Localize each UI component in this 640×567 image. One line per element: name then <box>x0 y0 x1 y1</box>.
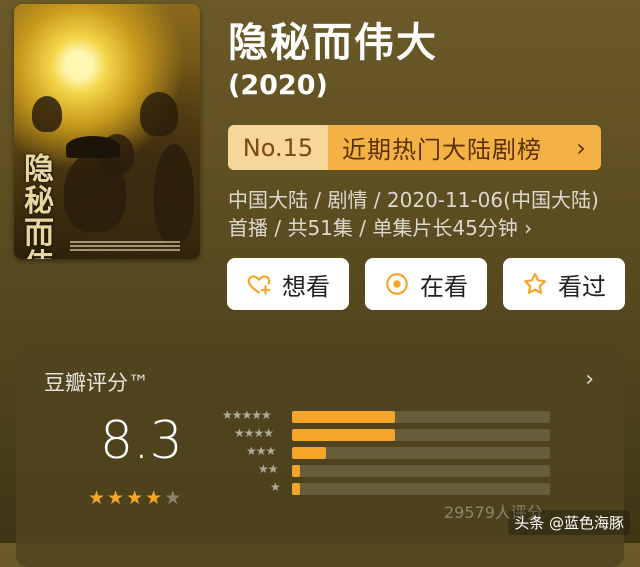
rating-distribution-row: ★★★★ <box>220 426 556 441</box>
action-buttons: 想看 在看 看过 <box>227 258 625 310</box>
rating-title: 豆瓣评分™ <box>44 371 149 395</box>
rating-row-stars: ★★★★★ <box>222 408 272 422</box>
rating-bar-fill <box>292 447 326 459</box>
want-to-watch-button[interactable]: 想看 <box>227 258 349 310</box>
chevron-right-icon[interactable]: › <box>585 367 594 392</box>
rating-row-stars: ★★ <box>258 462 278 476</box>
watermark: 头条 @蓝色海豚 <box>508 510 630 535</box>
rating-bar-fill <box>292 483 300 495</box>
rating-distribution-row: ★★ <box>220 462 556 477</box>
star-filled-icon: ★ <box>126 487 144 509</box>
rating-bar-fill <box>292 411 396 423</box>
rating-score: 8.3 <box>100 411 183 471</box>
show-year: (2020) <box>228 70 328 101</box>
watched-button[interactable]: 看过 <box>503 258 625 310</box>
watching-button[interactable]: 在看 <box>365 258 487 310</box>
star-empty-icon: ★ <box>164 487 182 509</box>
rating-stars: ★ ★ ★ ★ ★ <box>88 487 181 509</box>
rating-distribution-row: ★ <box>220 480 556 495</box>
poster-credits <box>70 239 180 253</box>
show-title: 隐秘而伟大 <box>228 20 438 66</box>
ranking-badge[interactable]: No.15 近期热门大陆剧榜 › <box>228 125 601 170</box>
rating-row-stars: ★ <box>270 480 281 494</box>
rating-bar-fill <box>292 465 300 477</box>
poster-image[interactable]: 隐秘而伟大 <box>14 4 200 259</box>
rating-bar-track <box>292 411 550 423</box>
star-filled-icon: ★ <box>88 487 106 509</box>
rating-bar-track <box>292 447 550 459</box>
rating-distribution-row: ★★★★★ <box>220 408 556 423</box>
ranking-number: No.15 <box>228 125 328 170</box>
poster-figure <box>32 96 62 132</box>
heart-plus-icon <box>247 275 271 295</box>
rating-bar-fill <box>292 429 396 441</box>
want-to-watch-label: 想看 <box>282 272 330 301</box>
rating-bar-track <box>292 483 550 495</box>
rating-row-stars: ★★★★ <box>234 426 274 440</box>
poster-figure <box>140 92 178 136</box>
watched-label: 看过 <box>558 272 606 301</box>
star-outline-icon <box>524 272 546 294</box>
show-meta-info[interactable]: 中国大陆 / 剧情 / 2020-11-06(中国大陆)首播 / 共51集 / … <box>228 186 613 242</box>
rating-bar-track <box>292 429 550 441</box>
star-filled-icon: ★ <box>145 487 163 509</box>
target-icon <box>386 273 408 295</box>
poster-figure <box>154 144 194 244</box>
star-filled-icon: ★ <box>107 487 125 509</box>
rating-bar-track <box>292 465 550 477</box>
rating-row-stars: ★★★ <box>246 444 276 458</box>
ranking-name: 近期热门大陆剧榜 <box>328 125 561 170</box>
rating-distribution-row: ★★★ <box>220 444 556 459</box>
chevron-right-icon: › <box>561 125 601 170</box>
watching-label: 在看 <box>420 272 468 301</box>
